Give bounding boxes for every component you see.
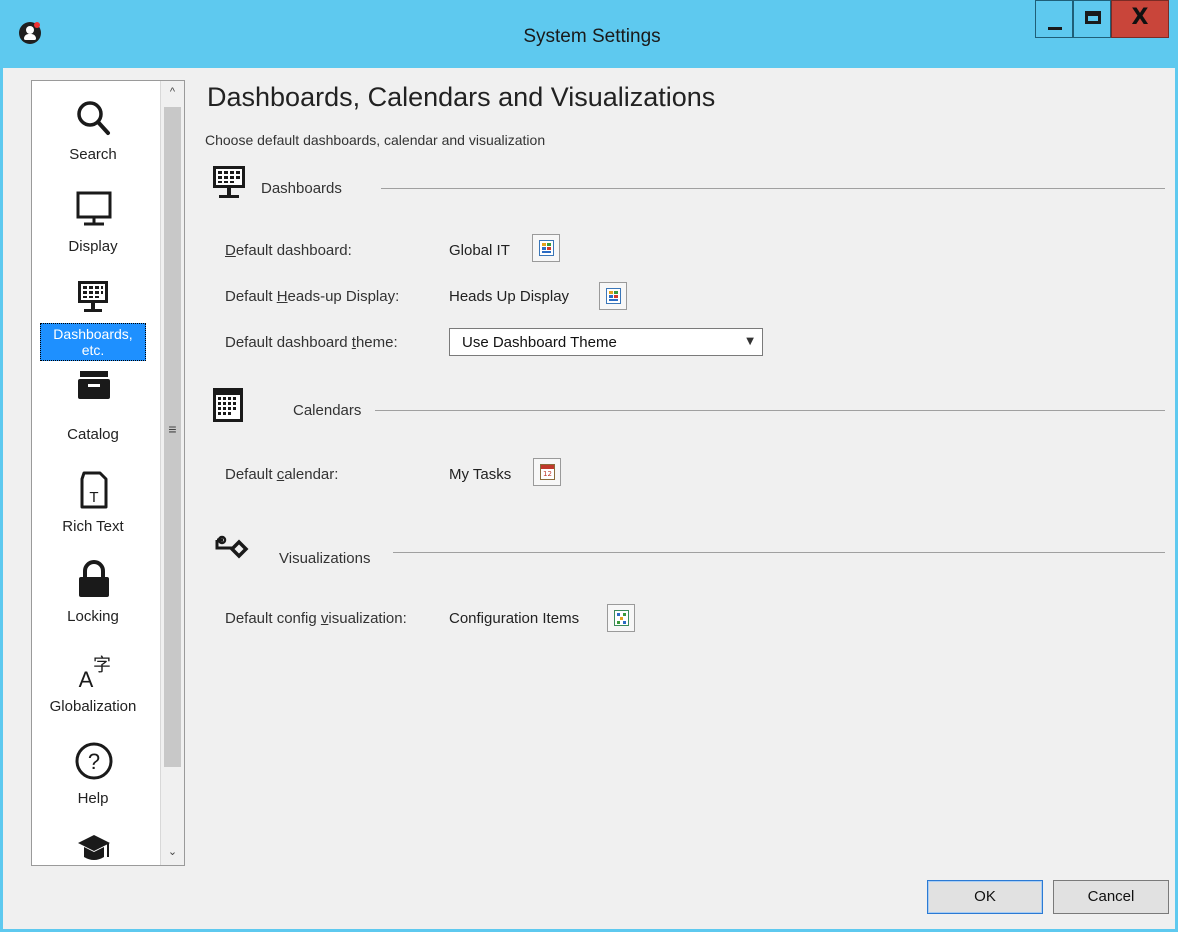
calendar-icon — [213, 388, 243, 422]
sidebar-item-label: Catalog — [67, 426, 119, 443]
chevron-down-icon: ▼ — [746, 336, 754, 347]
window-title: System Settings — [523, 26, 661, 47]
default-dashboard-label: Default dashboard: — [225, 242, 352, 259]
dashboard-icon — [213, 166, 245, 198]
catalog-icon — [78, 371, 110, 399]
scroll-down-arrow[interactable]: ⌄ — [161, 841, 184, 863]
pick-calendar-button[interactable]: 12 — [533, 458, 561, 486]
sidebar-item-label: Dashboards, etc. — [40, 323, 146, 361]
group-divider — [393, 552, 1165, 553]
calendars-group-title: Calendars — [293, 402, 362, 419]
settings-window: System Settings X Search Display Dashboa… — [0, 0, 1178, 932]
svg-text:T: T — [89, 489, 98, 506]
settings-sidebar[interactable]: Search Display Dashboards, etc. Catalog … — [31, 80, 185, 866]
minimize-icon — [1048, 27, 1062, 30]
dashboard-picker-icon — [539, 240, 554, 256]
cancel-button[interactable]: Cancel — [1053, 880, 1169, 914]
sidebar-item-training[interactable] — [38, 823, 148, 865]
default-calendar-label: Default calendar: — [225, 466, 339, 483]
maximize-icon — [1085, 11, 1101, 24]
svg-text:A: A — [79, 667, 94, 689]
sidebar-item-label: Help — [77, 790, 109, 807]
ok-button[interactable]: OK — [927, 880, 1043, 914]
sidebar-item-locking[interactable]: Locking — [38, 551, 148, 637]
scroll-thumb[interactable] — [164, 107, 181, 767]
scroll-up-arrow[interactable]: ^ — [161, 81, 184, 103]
visualization-icon — [215, 535, 249, 559]
monitor-icon — [76, 191, 112, 226]
calendar-picker-icon: 12 — [540, 464, 555, 480]
dashboard-theme-value: Use Dashboard Theme — [462, 334, 617, 351]
dashboard-theme-select[interactable]: Use Dashboard Theme ▼ — [449, 328, 763, 356]
default-calendar-value: My Tasks — [449, 466, 512, 483]
pick-visualization-button[interactable] — [607, 604, 635, 632]
title-bar[interactable]: System Settings X — [3, 0, 1178, 68]
sidebar-item-display[interactable]: Display — [38, 181, 148, 267]
maximize-button[interactable] — [1073, 0, 1111, 38]
visualizations-group-header: Visualizations — [211, 534, 1169, 574]
dashboards-group-title: Dashboards — [261, 180, 342, 197]
page-subtitle: Choose default dashboards, calendar and … — [205, 132, 546, 148]
lock-icon — [79, 560, 109, 597]
group-divider — [375, 410, 1165, 411]
help-icon: ? — [75, 742, 113, 780]
sidebar-item-search[interactable]: Search — [38, 89, 148, 175]
scroll-grip-icon: ≡ — [168, 421, 177, 437]
sidebar-item-dashboards[interactable]: Dashboards, etc. — [38, 271, 148, 361]
close-icon: X — [1131, 5, 1149, 30]
default-dashboard-value: Global IT — [449, 242, 510, 259]
svg-text:?: ? — [88, 749, 100, 774]
sidebar-scrollbar[interactable]: ^ ≡ ⌄ — [160, 81, 184, 865]
search-icon — [77, 101, 110, 135]
settings-content: Dashboards, Calendars and Visualizations… — [203, 80, 1169, 860]
sidebar-item-rich-text[interactable]: T Rich Text — [38, 461, 148, 547]
default-theme-label: Default dashboard theme: — [225, 334, 398, 351]
sidebar-item-label: Globalization — [49, 698, 137, 715]
training-icon — [78, 835, 110, 860]
dashboards-group-header: Dashboards — [211, 164, 1169, 204]
default-config-vis-value: Configuration Items — [449, 610, 580, 627]
sidebar-item-label: Display — [68, 238, 118, 255]
minimize-button[interactable] — [1035, 0, 1073, 38]
window-controls: X — [1035, 0, 1169, 38]
group-divider — [381, 188, 1165, 189]
dashboard-picker-icon — [606, 288, 621, 304]
sidebar-item-label: Rich Text — [62, 518, 124, 535]
default-config-vis-label: Default config visualization: — [225, 610, 407, 627]
sidebar-item-label: Locking — [67, 608, 119, 625]
sidebar-item-catalog[interactable]: Catalog — [38, 369, 148, 455]
close-button[interactable]: X — [1111, 0, 1169, 38]
rich-text-icon: T — [80, 471, 108, 509]
dashboard-icon — [78, 281, 108, 312]
globalization-icon: A 字 — [79, 655, 111, 689]
pick-dashboard-button[interactable] — [532, 234, 560, 262]
sidebar-item-label: Search — [69, 146, 117, 163]
pick-hud-button[interactable] — [599, 282, 627, 310]
sidebar-item-globalization[interactable]: A 字 Globalization — [38, 641, 148, 727]
page-title: Dashboards, Calendars and Visualizations — [207, 82, 716, 112]
calendars-group-header: Calendars — [211, 386, 1169, 426]
default-hud-label: Default Heads-up Display: — [225, 288, 400, 305]
visualizations-group-title: Visualizations — [279, 550, 371, 567]
svg-text:字: 字 — [93, 655, 111, 676]
default-hud-value: Heads Up Display — [449, 288, 570, 305]
sidebar-item-help[interactable]: ? Help — [38, 733, 148, 819]
visualization-picker-icon — [614, 610, 629, 626]
